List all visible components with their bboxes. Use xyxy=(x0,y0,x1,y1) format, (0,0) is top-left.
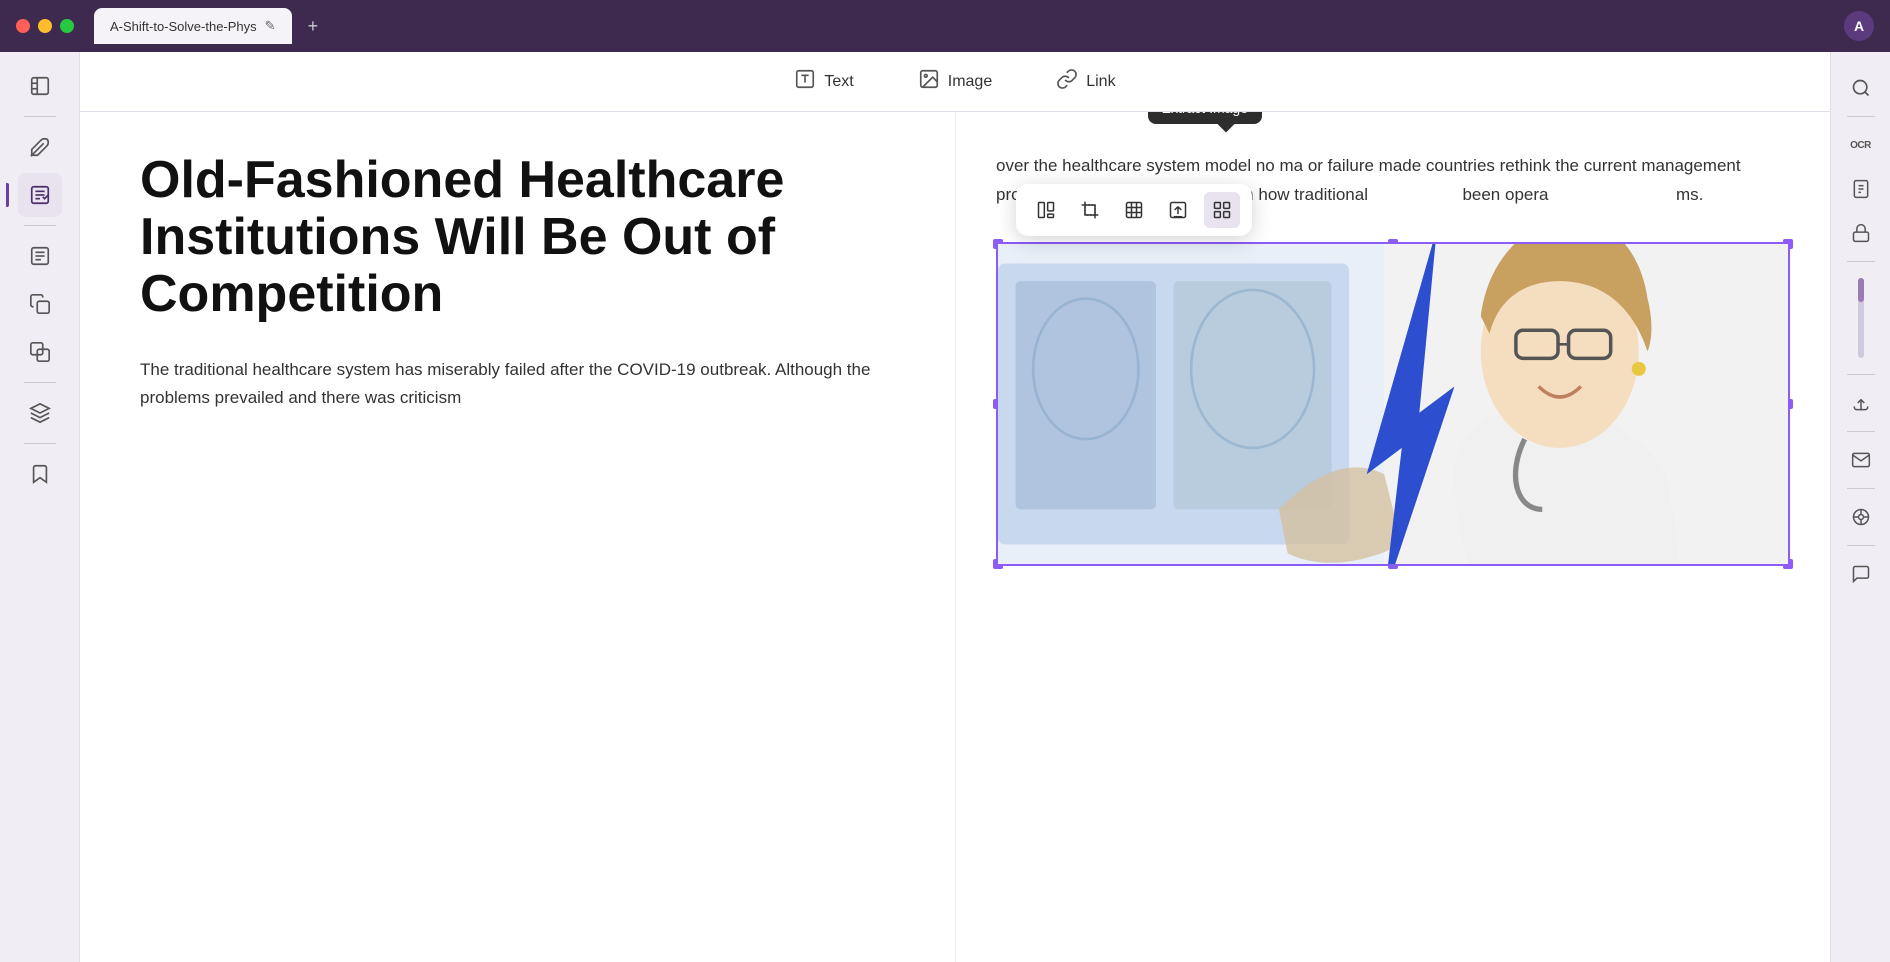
copy-icon[interactable] xyxy=(18,282,62,326)
maximize-button[interactable] xyxy=(60,19,74,33)
text-icon xyxy=(794,68,816,95)
tab-title: A-Shift-to-Solve-the-Phys xyxy=(110,19,257,34)
edit-doc-icon[interactable] xyxy=(18,173,62,217)
sidebar-divider-2 xyxy=(24,225,56,226)
image-selection-area: Extract Image xyxy=(996,242,1790,569)
tab-edit-icon[interactable]: ✎ xyxy=(265,18,276,34)
duplicate-icon[interactable] xyxy=(18,330,62,374)
minimize-button[interactable] xyxy=(38,19,52,33)
book-icon[interactable] xyxy=(18,64,62,108)
sidebar-divider-1 xyxy=(24,116,56,117)
share-icon[interactable] xyxy=(1841,383,1881,423)
trim-button[interactable] xyxy=(1116,192,1152,228)
scrollbar-thumb[interactable] xyxy=(1858,278,1864,302)
save-icon[interactable] xyxy=(1841,497,1881,537)
mail-icon[interactable] xyxy=(1841,440,1881,480)
right-divider-6 xyxy=(1847,545,1875,546)
crop-button[interactable] xyxy=(1072,192,1108,228)
layers-icon[interactable] xyxy=(18,391,62,435)
main-area: Text Image xyxy=(0,52,1890,962)
ocr-icon[interactable]: OCR xyxy=(1841,125,1881,165)
image-label: Image xyxy=(948,73,992,91)
active-tab[interactable]: A-Shift-to-Solve-the-Phys ✎ xyxy=(94,8,292,44)
scrollbar-track[interactable] xyxy=(1858,278,1864,358)
sidebar-divider-4 xyxy=(24,443,56,444)
link-tool[interactable]: Link xyxy=(1044,60,1127,103)
left-sidebar xyxy=(0,52,80,962)
page-heading: Old-Fashioned Healthcare Institutions Wi… xyxy=(140,152,895,324)
doc-area: Text Image xyxy=(80,52,1830,962)
right-divider-3 xyxy=(1847,374,1875,375)
text-tool[interactable]: Text xyxy=(782,60,865,103)
left-page: Old-Fashioned Healthcare Institutions Wi… xyxy=(80,112,955,962)
tab-area: A-Shift-to-Solve-the-Phys ✎ + xyxy=(94,8,326,44)
avatar[interactable]: A xyxy=(1844,11,1874,41)
floating-toolbar: Extract Image xyxy=(1016,184,1252,236)
list-doc-icon[interactable] xyxy=(18,234,62,278)
extract-image-tooltip: Extract Image xyxy=(1148,112,1262,124)
top-toolbar: Text Image xyxy=(80,52,1830,112)
image-tool[interactable]: Image xyxy=(906,60,1004,103)
right-divider-4 xyxy=(1847,431,1875,432)
chat-icon[interactable] xyxy=(1841,554,1881,594)
text-label: Text xyxy=(824,73,853,91)
brush-icon[interactable] xyxy=(18,125,62,169)
image-container[interactable] xyxy=(996,242,1790,566)
page-body-text: The traditional healthcare system has mi… xyxy=(140,356,895,414)
right-sidebar: OCR xyxy=(1830,52,1890,962)
add-tab-button[interactable]: + xyxy=(300,12,327,41)
lock-icon[interactable] xyxy=(1841,213,1881,253)
doctor-image xyxy=(998,244,1788,564)
title-bar: A-Shift-to-Solve-the-Phys ✎ + A xyxy=(0,0,1890,52)
right-page: over the healthcare system model no ma o… xyxy=(955,112,1830,962)
page-content: Old-Fashioned Healthcare Institutions Wi… xyxy=(80,112,1830,962)
link-icon xyxy=(1056,68,1078,95)
right-divider-2 xyxy=(1847,261,1875,262)
image-icon xyxy=(918,68,940,95)
extract-image-button[interactable] xyxy=(1204,192,1240,228)
extract-page-icon[interactable] xyxy=(1841,169,1881,209)
right-divider-1 xyxy=(1847,116,1875,117)
export-button[interactable] xyxy=(1160,192,1196,228)
layout-button[interactable] xyxy=(1028,192,1064,228)
search-icon[interactable] xyxy=(1841,68,1881,108)
close-button[interactable] xyxy=(16,19,30,33)
sidebar-divider-3 xyxy=(24,382,56,383)
ocr-label: OCR xyxy=(1850,140,1871,151)
title-bar-right: A xyxy=(1844,11,1874,41)
bookmark-icon[interactable] xyxy=(18,452,62,496)
right-divider-5 xyxy=(1847,488,1875,489)
link-label: Link xyxy=(1086,73,1115,91)
traffic-lights xyxy=(16,19,74,33)
